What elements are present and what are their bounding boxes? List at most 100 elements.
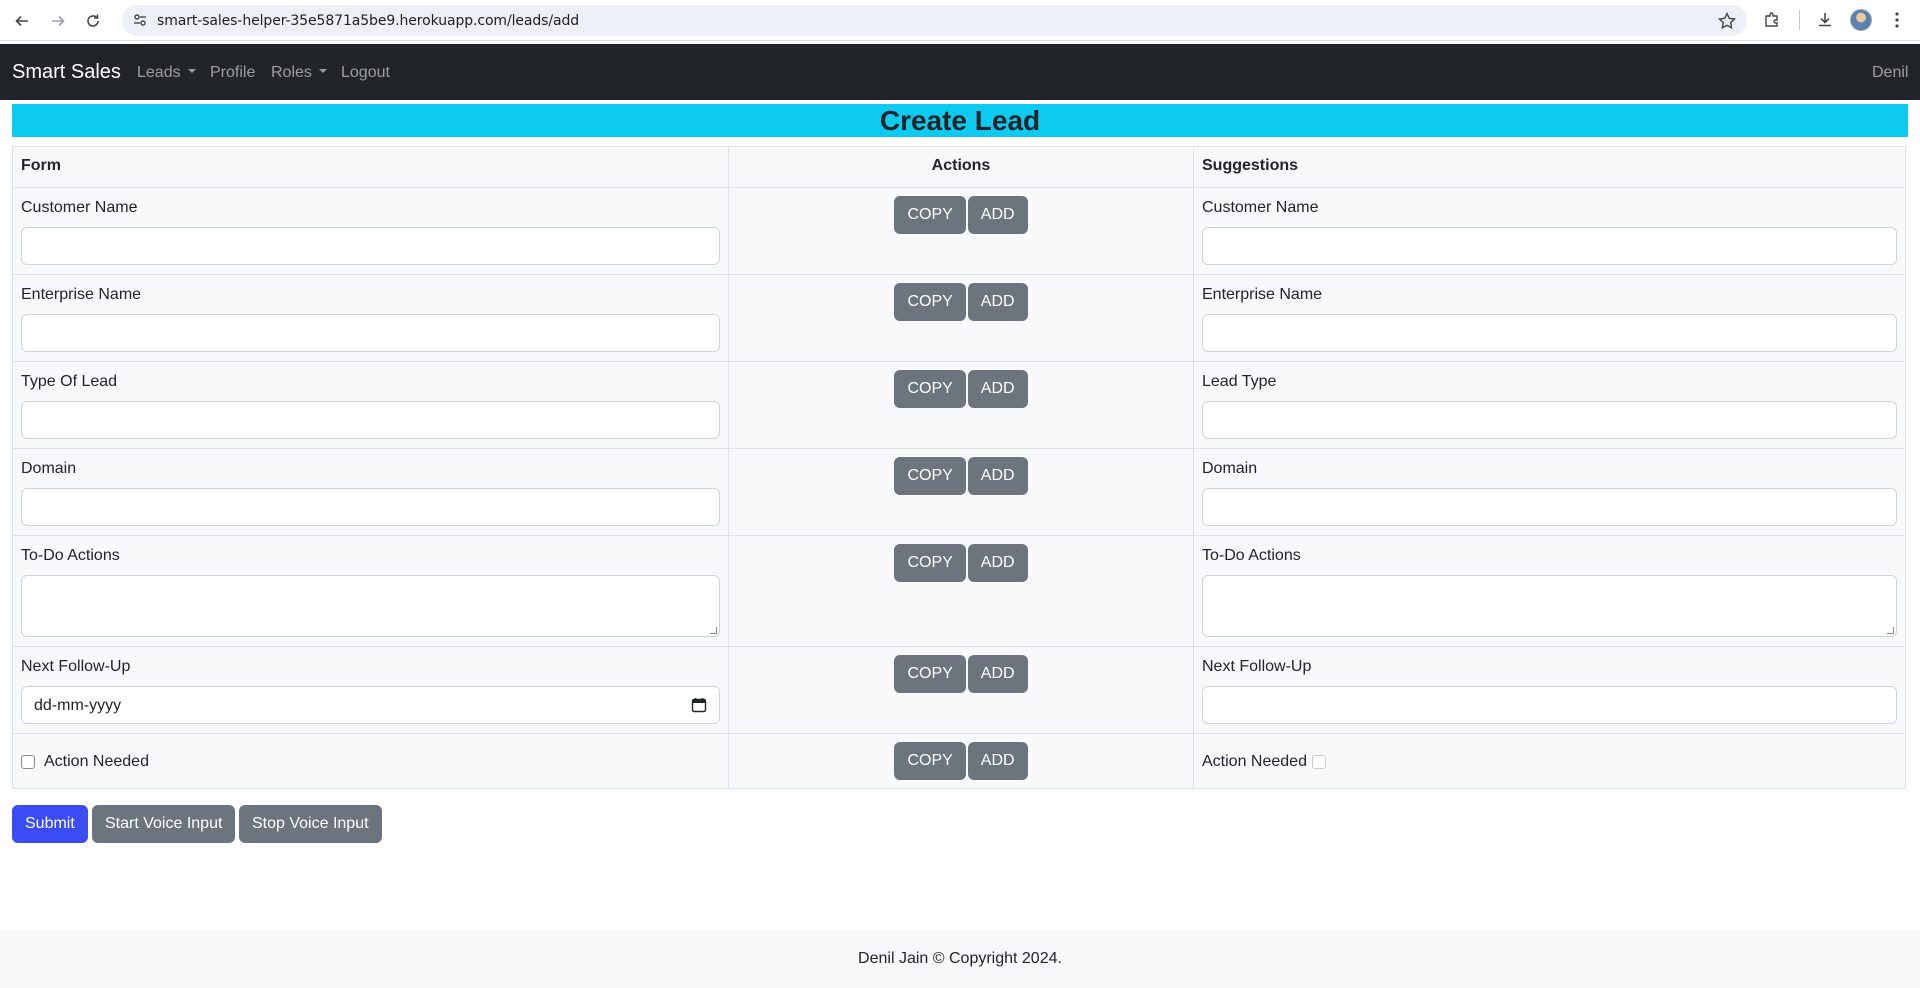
suggested-action-needed-checkbox[interactable] [1311,755,1326,769]
nav-logout[interactable]: Logout [341,64,390,82]
table-row: Type Of Lead COPY ADD Lead Type [12,361,1906,449]
copy-button[interactable]: COPY [894,544,966,582]
resize-grip-icon[interactable] [710,627,717,634]
table-row: Action Needed COPY ADD Action Needed [12,733,1906,789]
suggested-customer-name-input[interactable] [1202,227,1897,265]
suggestion-cell: Domain [1193,448,1906,536]
suggested-action-needed-label: Action Needed [1202,753,1307,770]
page-title: Create Lead [879,105,1041,136]
table-row: Domain COPY ADD Domain [12,448,1906,536]
enterprise-name-label: Enterprise Name [21,286,142,303]
add-button[interactable]: ADD [967,196,1028,234]
nav-profile[interactable]: Profile [210,64,255,82]
caret-down-icon [187,69,196,74]
lead-form-table: Form Actions Suggestions Customer Name C… [12,146,1906,789]
form-cell: Action Needed [12,733,729,789]
suggested-domain-input[interactable] [1202,488,1897,526]
actions-cell: COPY ADD [728,733,1194,789]
copy-button[interactable]: COPY [894,742,966,780]
nav-roles-dropdown[interactable]: Roles [271,64,327,82]
todo-actions-label: To-Do Actions [21,547,120,564]
nav-leads-label: Leads [137,64,181,81]
suggested-next-follow-up-input[interactable] [1202,686,1897,724]
browser-toolbar: smart-sales-helper-35e5871a5be9.herokuap… [0,0,1920,41]
caret-down-icon [318,69,327,74]
domain-label: Domain [21,460,77,477]
resize-grip-icon[interactable] [1887,627,1894,634]
action-needed-checkbox[interactable] [21,755,35,769]
footer-copyright: Denil Jain © Copyright 2024. [858,950,1062,967]
suggested-lead-type-input[interactable] [1202,401,1897,439]
suggestion-cell: Enterprise Name [1193,274,1906,362]
enterprise-name-input[interactable] [21,314,720,352]
type-of-lead-label: Type Of Lead [21,373,118,390]
suggested-lead-type-label: Lead Type [1202,373,1277,390]
add-button[interactable]: ADD [967,544,1028,582]
header-suggestions: Suggestions [1193,146,1906,188]
bookmark-star-icon[interactable] [1717,11,1737,31]
actions-cell: COPY ADD [728,361,1194,449]
nav-roles-label: Roles [271,64,312,81]
submit-button[interactable]: Submit [12,805,88,843]
extensions-icon[interactable] [1760,8,1784,32]
add-button[interactable]: ADD [967,370,1028,408]
copy-button[interactable]: COPY [894,370,966,408]
customer-name-input[interactable] [21,227,720,265]
table-row: Next Follow-Up dd-mm-yyyy COPY ADD Next F… [12,646,1906,734]
table-row: Customer Name COPY ADD Customer Name [12,187,1906,275]
page-title-banner: Create Lead [12,104,1908,137]
actions-cell: COPY ADD [728,274,1194,362]
brand-logo[interactable]: Smart Sales [12,61,121,84]
form-cell: Next Follow-Up dd-mm-yyyy [12,646,729,734]
suggested-enterprise-name-input[interactable] [1202,314,1897,352]
date-placeholder: dd-mm-yyyy [34,697,122,714]
profile-avatar[interactable] [1849,8,1873,32]
address-bar[interactable]: smart-sales-helper-35e5871a5be9.herokuap… [122,5,1747,36]
calendar-icon[interactable] [691,697,707,713]
nav-user-name[interactable]: Denil [1872,64,1908,82]
form-cell: Customer Name [12,187,729,275]
actions-cell: COPY ADD [728,187,1194,275]
copy-button[interactable]: COPY [894,457,966,495]
start-voice-input-button[interactable]: Start Voice Input [92,805,236,843]
app-navbar: Smart Sales Leads Profile Roles Logout D… [0,44,1920,100]
suggestion-cell: Lead Type [1193,361,1906,449]
more-menu-icon[interactable] [1885,8,1909,32]
domain-input[interactable] [21,488,720,526]
suggested-next-follow-up-label: Next Follow-Up [1202,658,1312,675]
site-settings-icon[interactable] [132,12,148,28]
suggested-todo-actions-textarea[interactable] [1202,575,1897,637]
suggested-customer-name-label: Customer Name [1202,199,1319,216]
table-row: Enterprise Name COPY ADD Enterprise Name [12,274,1906,362]
reload-icon[interactable] [79,7,107,35]
stop-voice-input-button[interactable]: Stop Voice Input [239,805,382,843]
download-icon[interactable] [1813,8,1837,32]
nav-leads-dropdown[interactable]: Leads [137,64,196,82]
add-button[interactable]: ADD [967,742,1028,780]
suggested-enterprise-name-label: Enterprise Name [1202,286,1323,303]
copy-button[interactable]: COPY [894,196,966,234]
form-cell: To-Do Actions [12,535,729,647]
add-button[interactable]: ADD [967,655,1028,693]
form-cell: Domain [12,448,729,536]
type-of-lead-input[interactable] [21,401,720,439]
add-button[interactable]: ADD [967,457,1028,495]
forward-arrow-icon[interactable] [44,7,72,35]
next-follow-up-date-input[interactable]: dd-mm-yyyy [21,686,720,724]
add-button[interactable]: ADD [967,283,1028,321]
url-text[interactable]: smart-sales-helper-35e5871a5be9.herokuap… [157,13,579,29]
toolbar-separator [1799,10,1800,30]
suggestion-cell: Action Needed [1193,733,1906,789]
action-needed-label: Action Needed [44,753,149,770]
action-needed-field: Action Needed [21,753,720,771]
copy-button[interactable]: COPY [894,655,966,693]
form-cell: Enterprise Name [12,274,729,362]
suggested-action-needed-field: Action Needed [1202,753,1897,771]
back-arrow-icon[interactable] [8,7,36,35]
suggestion-cell: Next Follow-Up [1193,646,1906,734]
todo-actions-textarea[interactable] [21,575,720,637]
header-actions: Actions [728,146,1194,188]
next-follow-up-label: Next Follow-Up [21,658,131,675]
copy-button[interactable]: COPY [894,283,966,321]
avatar [1850,9,1872,31]
